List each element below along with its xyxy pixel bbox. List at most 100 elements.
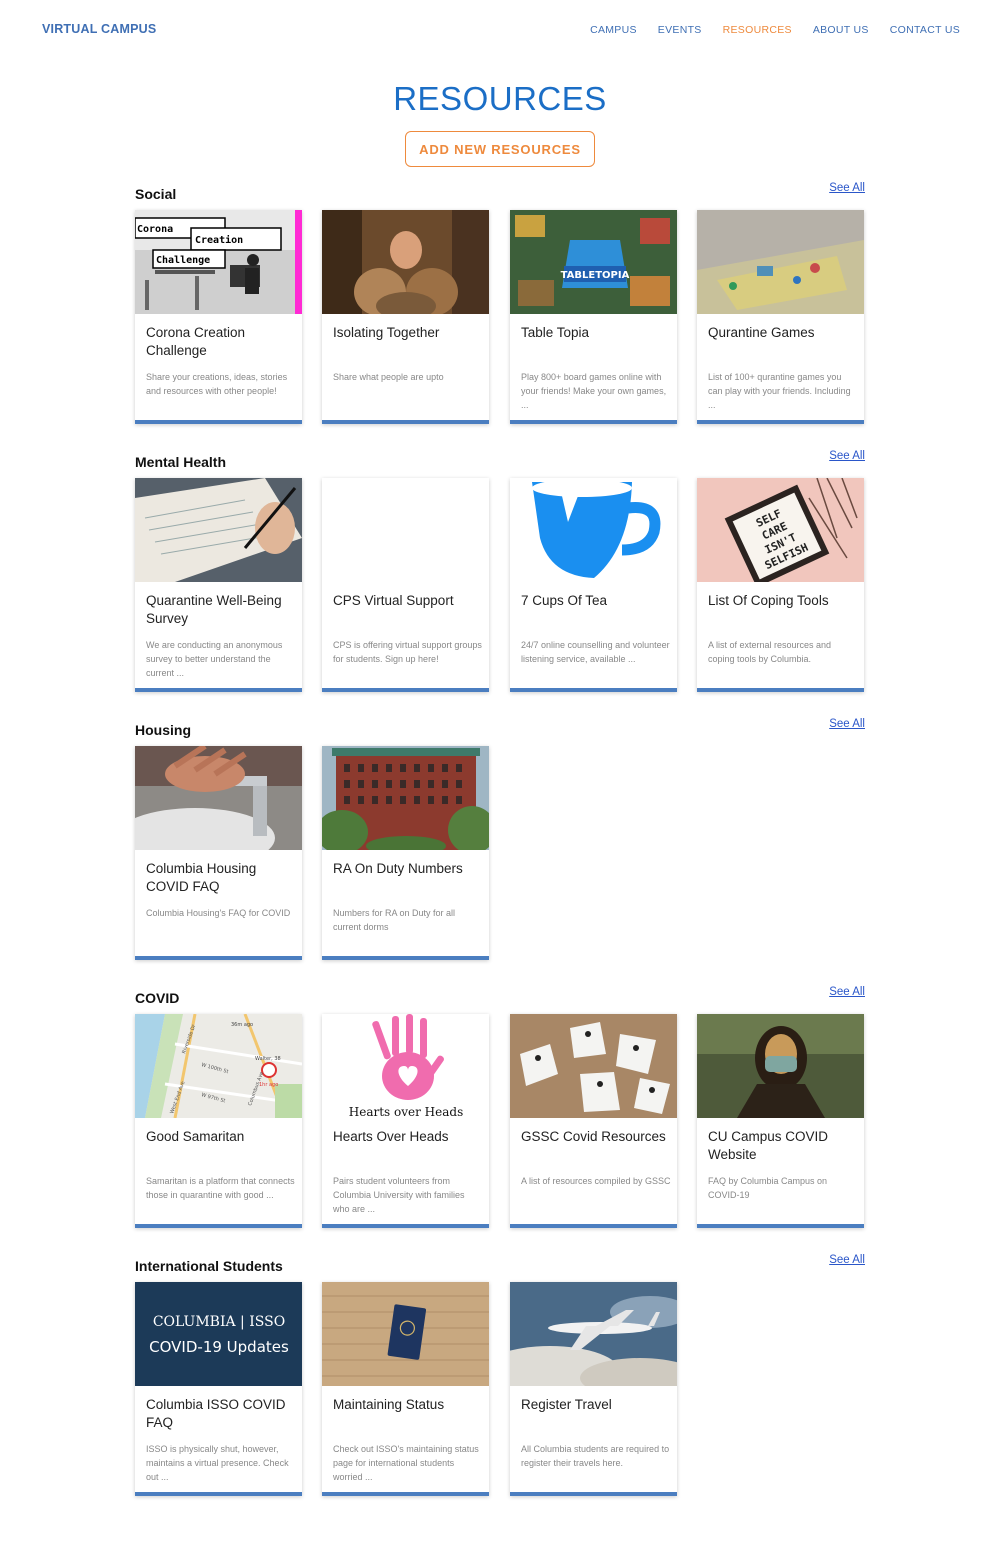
card-description: FAQ by Columbia Campus on COVID-19 xyxy=(708,1176,828,1200)
nav-resources[interactable]: RESOURCES xyxy=(723,24,792,36)
card-description: Samaritan is a platform that connects th… xyxy=(146,1176,295,1200)
corona-creation-image: Corona Creation Challenge xyxy=(135,210,302,314)
section-international-students: International Students See All COLUMBIA … xyxy=(135,1254,865,1508)
resource-card[interactable]: COLUMBIA | ISSO COVID-19 Updates Columbi… xyxy=(135,1282,302,1496)
resource-card[interactable]: Maintaining Status Check out ISSO's main… xyxy=(322,1282,489,1496)
nav-contact-us[interactable]: CONTACT US xyxy=(890,24,960,36)
section-housing: Housing See All Columbia Housing COVID F… xyxy=(135,718,865,972)
card-title: Columbia ISSO COVID FAQ xyxy=(146,1397,286,1430)
resource-card[interactable]: RA On Duty Numbers Numbers for RA on Dut… xyxy=(322,746,489,960)
card-title: Columbia Housing COVID FAQ xyxy=(146,861,257,894)
page-title: RESOURCES xyxy=(393,80,607,117)
card-title: CU Campus COVID Website xyxy=(708,1129,829,1162)
nav-about-us[interactable]: ABOUT US xyxy=(813,24,869,36)
board-game-image xyxy=(697,210,864,314)
resource-card[interactable]: Register Travel All Columbia students ar… xyxy=(510,1282,677,1496)
resource-card[interactable]: 7 Cups Of Tea 24/7 online counselling an… xyxy=(510,478,677,692)
section-title: Social xyxy=(135,186,177,202)
card-title: RA On Duty Numbers xyxy=(333,861,463,876)
card-description: Numbers for RA on Duty for all current d… xyxy=(333,908,456,932)
card-title: Corona Creation Challenge xyxy=(146,325,246,358)
resource-card[interactable]: Hearts over Heads Hearts Over Heads Pair… xyxy=(322,1014,489,1228)
see-all-link[interactable]: See All xyxy=(829,182,865,194)
self-care-image: SELF CARE ISN'T SELFISH xyxy=(697,478,864,582)
card-description: A list of resources compiled by GSSC xyxy=(521,1176,671,1186)
resource-card[interactable]: TABLETOPIA Table Topia Play 800+ board g… xyxy=(510,210,677,424)
image-text-columbia-isso: COLUMBIA | ISSO xyxy=(153,1314,285,1330)
brand-logo[interactable]: VIRTUAL CAMPUS xyxy=(42,22,156,36)
see-all-link[interactable]: See All xyxy=(829,450,865,462)
section-title: International Students xyxy=(135,1258,283,1274)
resource-card[interactable]: Corona Creation Challenge Corona Creatio… xyxy=(135,210,302,424)
cup-logo-image xyxy=(510,478,677,582)
isolating-together-image xyxy=(322,210,489,314)
section-title: Housing xyxy=(135,722,191,738)
passport-image xyxy=(322,1282,489,1386)
nav-events[interactable]: EVENTS xyxy=(658,24,702,36)
card-description: Share what people are upto xyxy=(333,372,444,382)
isso-banner-image: COLUMBIA | ISSO COVID-19 Updates xyxy=(135,1282,302,1386)
resource-card[interactable]: CU Campus COVID Website FAQ by Columbia … xyxy=(697,1014,864,1228)
card-description: List of 100+ qurantine games you can pla… xyxy=(708,372,851,410)
card-description: CPS is offering virtual support groups f… xyxy=(333,640,482,664)
section-title: COVID xyxy=(135,990,180,1006)
resource-card[interactable]: Isolating Together Share what people are… xyxy=(322,210,489,424)
tabletopia-image: TABLETOPIA xyxy=(510,210,677,314)
section-social: Social See All Corona Creation Challenge… xyxy=(135,182,865,436)
section-title: Mental Health xyxy=(135,454,227,470)
resource-card[interactable]: SELF CARE ISN'T SELFISH List Of Coping T… xyxy=(697,478,864,692)
hand-heart-image: Hearts over Heads xyxy=(322,1014,489,1118)
blank-image xyxy=(322,478,489,582)
see-all-link[interactable]: See All xyxy=(829,986,865,998)
add-new-resources-button[interactable]: ADD NEW RESOURCES xyxy=(405,131,595,167)
card-title: Qurantine Games xyxy=(708,325,815,340)
nav-campus[interactable]: CAMPUS xyxy=(590,24,637,36)
see-all-link[interactable]: See All xyxy=(829,1254,865,1266)
nav-links: CAMPUS EVENTS RESOURCES ABOUT US CONTACT… xyxy=(590,24,960,36)
paper-people-image xyxy=(510,1014,677,1118)
resource-card[interactable]: 36m ago Walter, 38 1hr ago W 100th St W … xyxy=(135,1014,302,1228)
top-navbar: VIRTUAL CAMPUS CAMPUS EVENTS RESOURCES A… xyxy=(0,0,1000,60)
handwash-image xyxy=(135,746,302,850)
card-title: GSSC Covid Resources xyxy=(521,1129,666,1144)
card-title: Quarantine Well-Being Survey xyxy=(146,593,282,626)
resource-card[interactable]: Columbia Housing COVID FAQ Columbia Hous… xyxy=(135,746,302,960)
image-text-covid-updates: COVID-19 Updates xyxy=(149,1338,289,1356)
resource-card[interactable]: CPS Virtual Support CPS is offering virt… xyxy=(322,478,489,692)
dorm-building-image xyxy=(322,746,489,850)
card-title: List Of Coping Tools xyxy=(708,593,829,608)
resource-card[interactable]: Quarantine Well-Being Survey We are cond… xyxy=(135,478,302,692)
card-title: 7 Cups Of Tea xyxy=(521,593,608,608)
card-title: Register Travel xyxy=(521,1397,612,1412)
card-description: Check out ISSO's maintaining status page… xyxy=(333,1444,479,1482)
image-text-36m: 36m ago xyxy=(231,1022,253,1028)
card-description: Share your creations, ideas, stories and… xyxy=(146,372,288,396)
card-title: Maintaining Status xyxy=(333,1397,445,1412)
image-text-creation: Creation xyxy=(195,234,243,246)
see-all-link[interactable]: See All xyxy=(829,718,865,730)
card-description: Play 800+ board games online with your f… xyxy=(521,372,667,410)
card-description: 24/7 online counselling and volunteer li… xyxy=(521,640,670,664)
card-title: Hearts Over Heads xyxy=(333,1129,449,1144)
image-text-corona: Corona xyxy=(137,224,173,235)
resource-card[interactable]: Qurantine Games List of 100+ qurantine g… xyxy=(697,210,864,424)
image-text-challenge: Challenge xyxy=(156,255,210,266)
card-description: ISSO is physically shut, however, mainta… xyxy=(146,1444,289,1482)
map-image: 36m ago Walter, 38 1hr ago W 100th St W … xyxy=(135,1014,302,1118)
airplane-image xyxy=(510,1282,677,1386)
mona-lisa-mask-image xyxy=(697,1014,864,1118)
card-description: All Columbia students are required to re… xyxy=(521,1444,670,1468)
card-title: Table Topia xyxy=(521,325,590,340)
resource-card[interactable]: GSSC Covid Resources A list of resources… xyxy=(510,1014,677,1228)
image-text-1hr: 1hr ago xyxy=(259,1082,278,1088)
writing-image xyxy=(135,478,302,582)
card-title: Good Samaritan xyxy=(146,1129,245,1144)
image-text-walter: Walter, 38 xyxy=(255,1056,281,1062)
card-description: Columbia Housing's FAQ for COVID xyxy=(146,908,291,918)
section-mental-health: Mental Health See All Quarantine Well-Be… xyxy=(135,450,865,704)
image-text-hearts: Hearts over Heads xyxy=(349,1105,463,1118)
card-description: Pairs student volunteers from Columbia U… xyxy=(333,1176,465,1214)
card-description: A list of external resources and coping … xyxy=(708,640,832,664)
card-description: We are conducting an anonymous survey to… xyxy=(146,640,283,678)
section-covid: COVID See All 36m ago Walter, 38 1hr ago xyxy=(135,986,865,1240)
